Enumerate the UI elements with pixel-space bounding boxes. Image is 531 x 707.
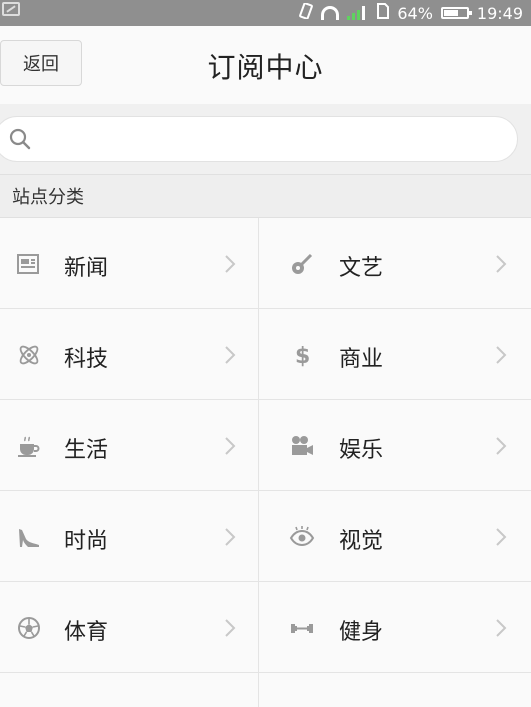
category-row-partial — [0, 673, 531, 707]
status-indicators: 64% 19:49 — [299, 0, 523, 26]
category-label: 生活 — [64, 438, 109, 463]
category-label: 娱乐 — [339, 438, 384, 463]
category-life[interactable]: 生活 — [0, 400, 258, 490]
category-visual[interactable]: 视觉 — [258, 491, 531, 581]
chevron-right-icon — [496, 619, 507, 637]
category-fitness[interactable]: 健身 — [258, 582, 531, 672]
news-icon — [17, 254, 39, 274]
category-label: 商业 — [339, 347, 384, 372]
eye-icon — [289, 526, 315, 547]
section-header: 站点分类 — [0, 174, 531, 218]
category-row: 生活 娱乐 — [0, 400, 531, 491]
category-label: 文艺 — [339, 256, 384, 281]
title-bar: 返回 订阅中心 — [0, 26, 531, 104]
category-cell-partial[interactable] — [258, 673, 531, 707]
category-sports[interactable]: 体育 — [0, 582, 258, 672]
category-arts[interactable]: 文艺 — [258, 218, 531, 308]
category-row: 新闻 文艺 — [0, 218, 531, 309]
svg-text:$: $ — [295, 344, 310, 367]
category-label: 时尚 — [64, 529, 109, 554]
category-news[interactable]: 新闻 — [0, 218, 258, 308]
category-label: 视觉 — [339, 529, 384, 554]
status-bar: 64% 19:49 — [0, 0, 531, 26]
battery-percent: 64% — [397, 3, 433, 23]
sim-icon — [377, 3, 390, 23]
category-label: 新闻 — [64, 256, 109, 281]
chevron-right-icon — [496, 346, 507, 364]
chevron-right-icon — [496, 528, 507, 546]
search-area — [0, 104, 531, 174]
chevron-right-icon — [225, 528, 236, 546]
chevron-right-icon — [225, 437, 236, 455]
category-tech[interactable]: 科技 — [0, 309, 258, 399]
page-title: 订阅中心 — [207, 51, 324, 84]
dumbbell-icon — [291, 624, 313, 633]
chevron-right-icon — [225, 619, 236, 637]
coffee-icon — [18, 436, 40, 457]
guitar-icon — [292, 253, 313, 274]
search-icon — [9, 128, 31, 150]
clock: 19:49 — [476, 3, 523, 23]
wifi-icon — [321, 6, 340, 20]
category-row: 科技 $ 商业 — [0, 309, 531, 400]
battery-icon — [440, 7, 472, 19]
category-row: 体育 健身 — [0, 582, 531, 673]
signal-icon — [347, 6, 369, 20]
chevron-right-icon — [496, 255, 507, 273]
category-business[interactable]: $ 商业 — [258, 309, 531, 399]
chevron-right-icon — [496, 437, 507, 455]
chevron-right-icon — [225, 346, 236, 364]
category-fashion[interactable]: 时尚 — [0, 491, 258, 581]
high-heel-icon — [19, 529, 39, 547]
dollar-icon: $ — [295, 344, 310, 367]
search-input[interactable] — [0, 117, 517, 161]
atom-icon — [19, 345, 39, 365]
soccer-ball-icon — [18, 617, 40, 639]
category-grid: 新闻 文艺 科技 $ 商业 生活 娱乐 时尚 视觉 体育 健身 — [0, 218, 531, 707]
category-entertainment[interactable]: 娱乐 — [258, 400, 531, 490]
chevron-right-icon — [225, 255, 236, 273]
category-cell-partial[interactable] — [0, 673, 258, 707]
category-row: 时尚 视觉 — [0, 491, 531, 582]
vibrate-icon — [299, 2, 314, 23]
category-label: 科技 — [64, 347, 109, 372]
camera-icon — [292, 436, 313, 455]
image-notification-icon — [2, 2, 20, 16]
search-bar[interactable] — [0, 116, 518, 162]
category-label: 健身 — [339, 620, 384, 645]
category-label: 体育 — [64, 620, 109, 645]
